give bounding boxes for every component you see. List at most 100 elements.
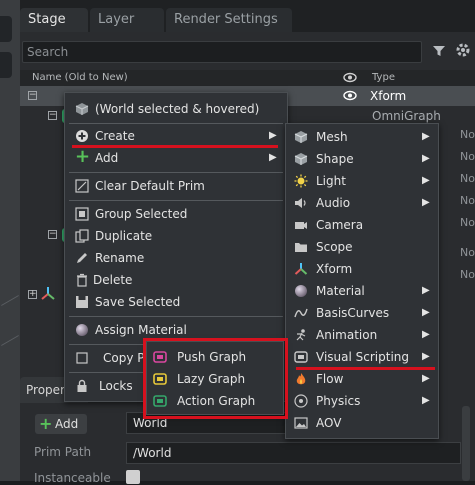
menu-item-scope[interactable]: Scope	[286, 236, 438, 258]
menu-item-group-selected[interactable]: Group Selected	[65, 203, 287, 225]
collapse-icon[interactable]: −	[48, 230, 57, 239]
add-button[interactable]: + Add	[35, 414, 87, 434]
viewport-strip[interactable]	[0, 0, 20, 481]
menu-item-label: Rename	[95, 251, 145, 265]
eye-icon[interactable]	[343, 72, 357, 83]
camera-icon	[295, 222, 307, 229]
xform-icon	[294, 263, 308, 275]
node-label: Nod	[460, 172, 475, 185]
instanceable-checkbox[interactable]	[126, 470, 140, 484]
material-sphere-icon	[295, 285, 307, 297]
pencil-icon	[77, 253, 87, 263]
folder-icon	[295, 243, 307, 252]
menu-item-label: Material	[316, 284, 365, 298]
shape-icon	[294, 153, 308, 165]
copy-icon	[76, 352, 88, 364]
menu-item-label: Locks	[99, 379, 133, 393]
instanceable-label: Instanceable	[34, 471, 111, 485]
gear-icon[interactable]	[455, 42, 471, 58]
menu-divider	[69, 123, 283, 124]
menu-item-shape[interactable]: Shape ▶	[286, 148, 438, 170]
menu-item-label: Delete	[93, 273, 133, 287]
submenu-arrow-icon: ▶	[269, 130, 277, 141]
save-icon	[76, 296, 88, 308]
menu-item-camera[interactable]: Camera	[286, 214, 438, 236]
menu-item-physics[interactable]: Physics ▶	[286, 390, 438, 412]
menu-item-xform[interactable]: Xform	[286, 258, 438, 280]
node-label: Nod	[460, 246, 475, 259]
add-button-label: Add	[55, 417, 79, 431]
menu-item-create[interactable]: Create ▶	[65, 125, 287, 147]
column-name[interactable]: Name (Old to New)	[32, 70, 128, 86]
plus-icon: +	[75, 146, 91, 167]
tab-stage[interactable]: Stage	[20, 8, 88, 32]
menu-item-label: AOV	[316, 416, 342, 430]
node-label: Nod	[460, 128, 475, 141]
menu-divider	[69, 316, 283, 317]
menu-item-light[interactable]: Light ▶	[286, 170, 438, 192]
trash-icon	[77, 273, 87, 287]
collapse-icon[interactable]: −	[48, 111, 57, 120]
menu-item-label: BasisCurves	[316, 306, 390, 320]
menu-item-duplicate[interactable]: Duplicate	[65, 225, 287, 247]
node-label: Nod	[460, 150, 475, 163]
image-icon	[294, 417, 308, 429]
cube-icon	[75, 103, 89, 115]
menu-divider	[69, 200, 283, 201]
stage-tabbar: Stage Layer Render Settings	[20, 0, 475, 32]
menu-item-save-selected[interactable]: Save Selected	[65, 291, 287, 313]
type-cell: OmniGraph	[372, 109, 441, 123]
menu-item-audio[interactable]: Audio ▶	[286, 192, 438, 214]
collapse-icon[interactable]: −	[28, 91, 37, 100]
context-menu-header-label: (World selected & hovered)	[95, 102, 260, 116]
search-row: Search	[20, 38, 475, 66]
menu-item-visual-scripting[interactable]: Visual Scripting ▶	[286, 346, 438, 368]
light-icon	[294, 174, 308, 188]
submenu-arrow-icon: ▶	[422, 197, 430, 208]
search-input[interactable]: Search	[22, 41, 422, 63]
speaker-icon	[295, 198, 306, 208]
filter-icon[interactable]	[432, 44, 446, 58]
viewport-grid-line	[1, 295, 19, 306]
menu-item-flow[interactable]: Flow ▶	[286, 368, 438, 390]
type-cell: Xform	[370, 89, 407, 103]
menu-item-rename[interactable]: Rename	[65, 247, 287, 269]
viewport-toolbar-button[interactable]	[0, 52, 12, 78]
menu-item-label: Add	[95, 151, 119, 165]
menu-item-label: Audio	[316, 196, 351, 210]
submenu-arrow-icon: ▶	[422, 395, 430, 406]
menu-item-animation[interactable]: Animation ▶	[286, 324, 438, 346]
eye-icon[interactable]	[343, 90, 357, 101]
menu-item-delete[interactable]: Delete	[65, 269, 287, 291]
menu-item-basis-curves[interactable]: BasisCurves ▶	[286, 302, 438, 324]
menu-item-label: Animation	[316, 328, 378, 342]
context-menu-header: (World selected & hovered)	[65, 98, 287, 120]
tab-layer[interactable]: Layer	[90, 8, 164, 32]
prim-path-field[interactable]: /World	[126, 442, 461, 464]
menu-item-label: Light	[316, 174, 346, 188]
tab-render-settings[interactable]: Render Settings	[166, 8, 292, 32]
menu-item-label: Visual Scripting	[316, 350, 409, 364]
menu-item-material[interactable]: Material ▶	[286, 280, 438, 302]
submenu-arrow-icon: ▶	[422, 131, 430, 142]
menu-item-clear-default-prim[interactable]: Clear Default Prim	[65, 175, 287, 197]
menu-item-label: Save Selected	[95, 295, 181, 309]
submenu-arrow-icon: ▶	[422, 175, 430, 186]
viewport-toolbar-button[interactable]	[0, 16, 12, 42]
expand-icon[interactable]: +	[28, 290, 37, 299]
column-type[interactable]: Type	[372, 70, 395, 86]
menu-item-label: Mesh	[316, 130, 348, 144]
highlight-underline-visual-scripting	[296, 367, 435, 370]
menu-item-label: Create	[95, 129, 135, 143]
scrollbar[interactable]	[462, 406, 470, 481]
menu-item-label: Group Selected	[95, 207, 188, 221]
submenu-arrow-icon: ▶	[422, 373, 430, 384]
duplicate-icon	[75, 229, 89, 243]
menu-item-aov[interactable]: AOV	[286, 412, 438, 434]
menu-item-add[interactable]: + Add ▶	[65, 146, 287, 169]
menu-item-label: Duplicate	[95, 229, 153, 243]
submenu-arrow-icon: ▶	[422, 329, 430, 340]
menu-item-mesh[interactable]: Mesh ▶	[286, 126, 438, 148]
xform-icon	[41, 287, 55, 300]
plus-icon: +	[39, 414, 53, 433]
